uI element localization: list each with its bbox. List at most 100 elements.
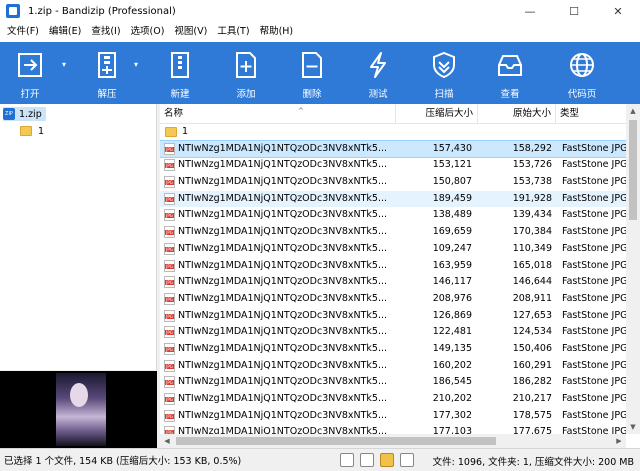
file-type: FastStone JPG <box>562 342 626 354</box>
file-original-size: 139,434 <box>512 209 552 221</box>
preview-thumbnail <box>56 373 106 446</box>
extract-icon <box>89 48 125 82</box>
file-name: NTIwNzg1MDA1NjQ1NTQzODc3NV8xNTk5... <box>178 326 388 338</box>
column-original[interactable]: 原始大小 <box>478 104 556 124</box>
vertical-scrollbar[interactable]: ▲ ▼ <box>626 104 640 434</box>
scan-button[interactable]: 扫描 <box>414 42 474 104</box>
horizontal-scroll-thumb[interactable] <box>176 437 496 445</box>
list-header: 名称 ^ 压缩后大小 原始大小 类型 <box>160 104 626 124</box>
view-label: 查看 <box>500 89 520 100</box>
file-compressed-size: 160,202 <box>432 359 472 371</box>
table-row[interactable]: NTIwNzg1MDA1NjQ1NTQzODc3NV8xNTk5... 153,1… <box>160 157 626 174</box>
close-button[interactable]: ✕ <box>596 0 640 22</box>
jpg-file-icon <box>164 159 175 172</box>
file-type: FastStone JPG <box>562 192 626 204</box>
delete-button[interactable]: 删除 <box>282 42 342 104</box>
window-controls: — ☐ ✕ <box>508 0 640 22</box>
table-row[interactable]: NTIwNzg1MDA1NjQ1NTQzODc3NV8xNTk5... 157,4… <box>160 139 627 159</box>
scroll-up-icon[interactable]: ▲ <box>626 104 640 118</box>
codepage-button[interactable]: 代码页 <box>552 42 612 104</box>
table-row[interactable]: NTIwNzg1MDA1NjQ1NTQzODc3NV8xNTk5... 146,1… <box>160 274 626 291</box>
new-button[interactable]: 新建 <box>150 42 210 104</box>
table-row[interactable]: NTIwNzg1MDA1NjQ1NTQzODc3NV8xNTk5... 149,1… <box>160 341 626 358</box>
table-row[interactable]: NTIwNzg1MDA1NjQ1NTQzODc3NV8xNTk5... 122,4… <box>160 324 626 341</box>
table-row[interactable]: NTIwNzg1MDA1NjQ1NTQzODc3NV8xNTk5... 160,2… <box>160 358 626 375</box>
image-preview <box>0 371 157 448</box>
file-compressed-size: 157,430 <box>432 142 472 154</box>
status-comment-icon[interactable] <box>400 453 414 467</box>
jpg-file-icon <box>164 259 175 272</box>
title-bar: 1.zip - Bandizip (Professional) — ☐ ✕ <box>0 0 640 22</box>
file-original-size: 124,534 <box>512 326 552 338</box>
test-button[interactable]: 测试 <box>348 42 408 104</box>
horizontal-scrollbar[interactable]: ◀ ▶ <box>160 434 626 448</box>
file-name: NTIwNzg1MDA1NjQ1NTQzODc3NV8xNTk5... <box>178 242 388 254</box>
add-button[interactable]: 添加 <box>216 42 276 104</box>
file-original-size: 146,644 <box>512 276 552 288</box>
folder-row[interactable]: 1 <box>160 124 626 141</box>
minimize-button[interactable]: — <box>508 0 552 22</box>
file-original-size: 127,653 <box>512 309 552 321</box>
file-name: NTIwNzg1MDA1NjQ1NTQzODc3NV8xNTk5... <box>178 292 388 304</box>
tree-item-root[interactable]: ZIP 1.zip <box>3 107 46 121</box>
table-row[interactable]: NTIwNzg1MDA1NjQ1NTQzODc3NV8xNTk5... 208,9… <box>160 291 626 308</box>
folder-tree: ZIP 1.zip 1 <box>0 104 157 370</box>
file-type: FastStone JPG <box>562 409 626 421</box>
column-compressed[interactable]: 压缩后大小 <box>396 104 478 124</box>
tree-item-folder[interactable]: 1 <box>20 124 44 138</box>
menu-file[interactable]: 文件(F) <box>2 22 44 42</box>
jpg-file-icon <box>164 276 175 289</box>
table-row[interactable]: NTIwNzg1MDA1NjQ1NTQzODc3NV8xNTk5... 210,2… <box>160 391 626 408</box>
file-compressed-size: 177,302 <box>432 409 472 421</box>
folder-row-name: 1 <box>182 126 189 137</box>
table-row[interactable]: NTIwNzg1MDA1NjQ1NTQzODc3NV8xNTk5... 138,4… <box>160 207 626 224</box>
file-type: FastStone JPG <box>562 376 626 388</box>
open-dropdown-icon[interactable]: ▾ <box>62 60 66 69</box>
table-row[interactable]: NTIwNzg1MDA1NjQ1NTQzODc3NV8xNTk5... 126,8… <box>160 308 626 325</box>
status-lock-icon[interactable] <box>380 453 394 467</box>
file-original-size: 153,738 <box>512 176 552 188</box>
menu-edit[interactable]: 编辑(E) <box>44 22 86 42</box>
table-row[interactable]: NTIwNzg1MDA1NjQ1NTQzODc3NV8xNTk5... 189,4… <box>160 190 626 208</box>
menu-find[interactable]: 查找(I) <box>86 22 125 42</box>
status-encoding-icon[interactable] <box>340 453 354 467</box>
file-compressed-size: 210,202 <box>432 393 472 404</box>
tree-root-label: 1.zip <box>19 108 42 120</box>
table-row[interactable]: NTIwNzg1MDA1NjQ1NTQzODc3NV8xNTk5... 109,2… <box>160 241 626 258</box>
table-row[interactable]: NTIwNzg1MDA1NjQ1NTQzODc3NV8xNTk5... 169,6… <box>160 224 626 241</box>
menu-help[interactable]: 帮助(H) <box>255 22 299 42</box>
file-type: FastStone JPG <box>562 276 626 288</box>
view-tray-icon <box>492 48 528 82</box>
maximize-button[interactable]: ☐ <box>552 0 596 22</box>
file-compressed-size: 186,545 <box>432 376 472 388</box>
scroll-left-icon[interactable]: ◀ <box>160 434 174 448</box>
extract-dropdown-icon[interactable]: ▾ <box>134 60 138 69</box>
delete-file-icon <box>294 48 330 82</box>
view-button[interactable]: 查看 <box>480 42 540 104</box>
file-original-size: 186,282 <box>512 376 552 388</box>
file-compressed-size: 169,659 <box>432 226 472 238</box>
file-name: NTIwNzg1MDA1NjQ1NTQzODc3NV8xNTk5... <box>178 176 388 188</box>
scroll-down-icon[interactable]: ▼ <box>626 420 640 434</box>
table-row[interactable]: NTIwNzg1MDA1NjQ1NTQzODc3NV8xNTk5... 186,5… <box>160 374 626 391</box>
menu-tools[interactable]: 工具(T) <box>212 22 254 42</box>
vertical-scroll-thumb[interactable] <box>629 120 637 220</box>
status-list-icon[interactable] <box>360 453 374 467</box>
scroll-right-icon[interactable]: ▶ <box>612 434 626 448</box>
file-compressed-size: 109,247 <box>432 242 472 254</box>
column-name[interactable]: 名称 ^ <box>160 104 396 124</box>
file-compressed-size: 138,489 <box>432 209 472 221</box>
jpg-file-icon <box>164 209 175 222</box>
jpg-file-icon <box>164 326 175 339</box>
table-row[interactable]: NTIwNzg1MDA1NjQ1NTQzODc3NV8xNTk5... 150,8… <box>160 174 626 191</box>
file-original-size: 170,384 <box>512 226 552 238</box>
file-compressed-size: 126,869 <box>432 309 472 321</box>
menu-view[interactable]: 视图(V) <box>169 22 212 42</box>
table-row[interactable]: NTIwNzg1MDA1NjQ1NTQzODc3NV8xNTk5... 177,3… <box>160 408 626 425</box>
menu-options[interactable]: 选项(O) <box>126 22 170 42</box>
open-button[interactable]: 打开 <box>0 42 60 104</box>
column-type[interactable]: 类型 <box>556 104 626 124</box>
table-row[interactable]: NTIwNzg1MDA1NjQ1NTQzODc3NV8xNTk5... 163,9… <box>160 258 626 275</box>
extract-button[interactable]: 解压 <box>72 42 142 104</box>
file-name: NTIwNzg1MDA1NjQ1NTQzODc3NV8xNTk5... <box>178 142 388 154</box>
